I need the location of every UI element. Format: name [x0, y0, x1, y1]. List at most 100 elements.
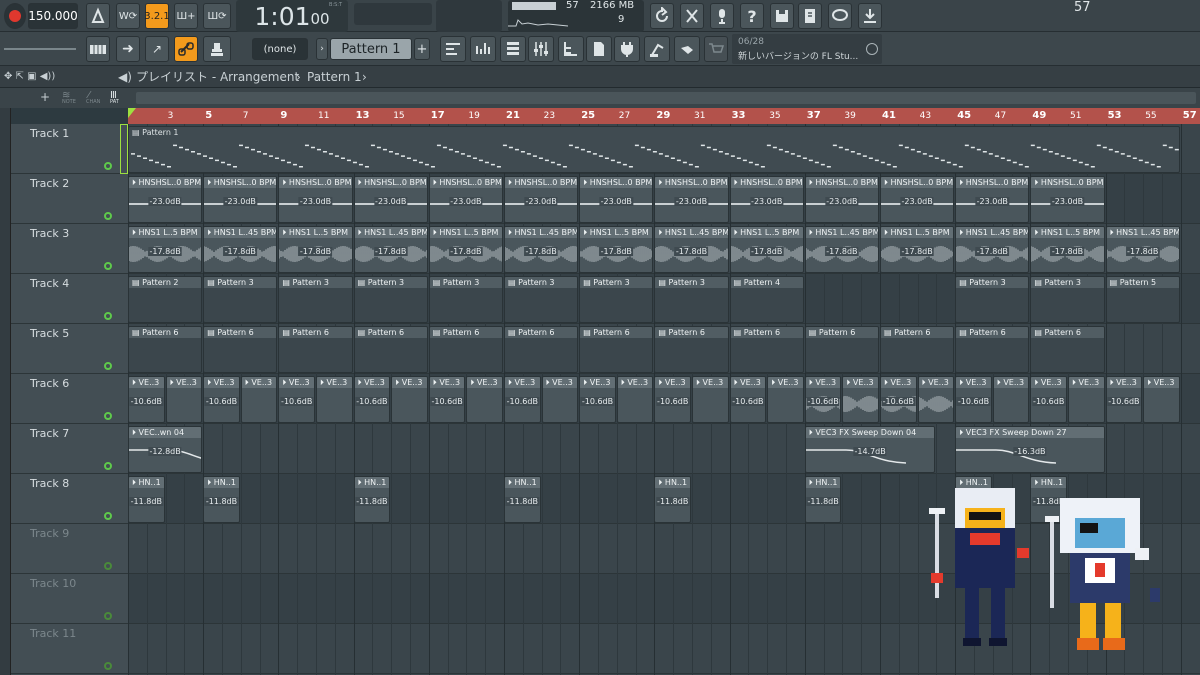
audio-clip[interactable]: ⏵ VE..3 [767, 376, 804, 423]
track-header[interactable]: Track 10 [11, 574, 128, 624]
audio-clip[interactable]: ⏵ VE..3 [466, 376, 503, 423]
chat-button[interactable] [828, 3, 852, 29]
audio-clip[interactable]: ⏵ HNS1 L..45 BPM -17.8dB [203, 226, 278, 273]
browser-button[interactable] [558, 36, 584, 62]
audio-clip[interactable]: ⏵ VE..3 -10.6dB [1105, 376, 1143, 423]
pattern-clip[interactable]: ▤ Pattern 3 [654, 276, 729, 323]
audio-clip[interactable]: ⏵ HNSHSL..0 BPM -23.0dB [729, 176, 804, 223]
audio-clip[interactable]: ⏵ HNS1 L..5 BPM -17.8dB [579, 226, 654, 273]
pattern-clip[interactable]: ▤ Pattern 6 [804, 326, 879, 373]
pattern-clip[interactable]: ▤ Pattern 2 [128, 276, 203, 323]
pattern-clip[interactable]: ▤ Pattern 3 [203, 276, 278, 323]
track-header[interactable]: Track 1 [11, 124, 128, 174]
track-enable-icon[interactable] [104, 262, 112, 270]
track-enable-icon[interactable] [104, 562, 112, 570]
audio-clip[interactable]: ⏵ HNS1 L..45 BPM -17.8dB [1105, 226, 1180, 273]
playlist-button[interactable] [440, 36, 466, 62]
window-menu-icon[interactable]: ✥ ⇱ ▣ ◀)) [4, 66, 55, 88]
plugin-picker-button[interactable] [614, 36, 640, 62]
news-panel[interactable]: 06/28 新しいバージョンの FL Stu... [732, 34, 882, 64]
audio-clip[interactable]: ⏵ HNSHSL..0 BPM -23.0dB [654, 176, 729, 223]
channel-rack-button[interactable] [500, 36, 526, 62]
audio-clip[interactable]: ⏵ VE..3 -10.6dB [428, 376, 466, 423]
track-enable-icon[interactable] [104, 312, 112, 320]
track-header[interactable]: Track 2 [11, 174, 128, 224]
audio-clip[interactable]: ⏵ HNS1 L..5 BPM -17.8dB [128, 226, 203, 273]
time-display[interactable]: 1:01 00 B:S:T [236, 0, 348, 32]
audio-clip[interactable]: ⏵ HNSHSL..0 BPM -23.0dB [504, 176, 579, 223]
piano-roll-button[interactable] [470, 36, 496, 62]
audio-clip[interactable]: ⏵ VE..3 [842, 376, 879, 423]
audio-clip[interactable]: ⏵ HNS1 L..5 BPM -17.8dB [278, 226, 353, 273]
audio-clip[interactable]: ⏵ HNSHSL..0 BPM -23.0dB [804, 176, 879, 223]
track-name[interactable]: Track 4 [30, 277, 69, 290]
render-button[interactable] [798, 3, 822, 29]
audio-clip[interactable]: ⏵ VEC..wn 04 -12.8dB [128, 426, 203, 473]
pattern-clip[interactable]: ▤ Pattern 6 [504, 326, 579, 373]
typing-keyboard-button[interactable] [86, 36, 110, 62]
pattern-clip[interactable]: ▤ Pattern 5 [1105, 276, 1180, 323]
tools-button[interactable] [680, 3, 704, 29]
track-name[interactable]: Track 9 [30, 527, 69, 540]
add-track-button[interactable]: + [40, 90, 50, 104]
pattern-clip[interactable]: ▤ Pattern 3 [504, 276, 579, 323]
pattern-clip[interactable]: ▤ Pattern 6 [428, 326, 503, 373]
audio-clip[interactable]: ⏵ VE..3 [240, 376, 278, 423]
pattern-clip[interactable]: ▤ Pattern 6 [128, 326, 203, 373]
audio-clip[interactable]: ⏵ VE..3 [541, 376, 579, 423]
track-name[interactable]: Track 11 [30, 627, 76, 640]
blend-notes-button[interactable]: Ш+ [174, 3, 198, 29]
track-header[interactable]: Track 5 [11, 324, 128, 374]
help-button[interactable]: ? [740, 3, 764, 29]
track-enable-icon[interactable] [104, 162, 112, 170]
track-enable-icon[interactable] [104, 512, 112, 520]
filter-note[interactable]: NOTE [62, 99, 76, 105]
audio-clip[interactable]: ⏵ VE..3 [391, 376, 428, 423]
slide-button[interactable]: ↗ [145, 36, 169, 62]
audio-clip[interactable]: ⏵ HNSHSL..0 BPM -23.0dB [128, 176, 203, 223]
track-name[interactable]: Track 3 [30, 227, 69, 240]
audio-clip[interactable]: ⏵ HNSHSL..0 BPM -23.0dB [203, 176, 278, 223]
audio-clip[interactable]: ⏵ HNSHSL..0 BPM -23.0dB [880, 176, 955, 223]
audio-clip[interactable]: ⏵ VE..3 -10.6dB [1030, 376, 1067, 423]
pattern-clip[interactable]: ▤ Pattern 6 [880, 326, 955, 373]
filter-pat[interactable]: PAT [110, 99, 119, 105]
audio-clip[interactable]: ⏵ HNS1 L..45 BPM -17.8dB [504, 226, 579, 273]
undo-button[interactable] [650, 3, 674, 29]
pattern-clip[interactable]: ▤ Pattern 3 [278, 276, 353, 323]
download-button[interactable] [858, 3, 882, 29]
pattern-clip[interactable]: ▤ Pattern 4 [729, 276, 804, 323]
audio-clip[interactable]: ⏵ VE..3 [692, 376, 729, 423]
track-name[interactable]: Track 8 [30, 477, 69, 490]
timeline-ruler[interactable]: 3 5 7 9 11 13 15 17 19 21 23 25 27 29 31 33 35 37 39 41 43 45… [128, 108, 1200, 124]
audio-clip[interactable]: ⏵ VE..3 [992, 376, 1030, 423]
track-enable-icon[interactable] [104, 412, 112, 420]
audio-clip[interactable]: ⏵ HNS1 L..45 BPM -17.8dB [353, 226, 428, 273]
audio-clip[interactable]: ⏵ HNS1 L..45 BPM -17.8dB [955, 226, 1030, 273]
loop-record-button[interactable]: Ш⟳ [203, 3, 231, 29]
audio-clip[interactable]: ⏵ VE..3 [1143, 376, 1180, 423]
audio-clip[interactable]: ⏵ VE..3 [1068, 376, 1105, 423]
project-picker-button[interactable] [586, 36, 612, 62]
audio-clip[interactable]: ⏵ HNSHSL..0 BPM -23.0dB [955, 176, 1030, 223]
audio-clip[interactable]: ⏵ VE..3 -10.6dB [880, 376, 917, 423]
audio-clip[interactable]: ⏵ VE..3 [917, 376, 955, 423]
track-header[interactable]: Track 6 [11, 374, 128, 424]
audio-clip[interactable]: ⏵ HN..1 -11.8dB [203, 476, 240, 523]
audio-clip[interactable]: ⏵ HN..1 -11.8dB [654, 476, 691, 523]
master-volume-slider[interactable] [4, 48, 76, 50]
breadcrumb-pattern[interactable]: Pattern 1 [307, 66, 362, 88]
track-enable-icon[interactable] [104, 462, 112, 470]
audio-clip[interactable]: ⏵ HNSHSL..0 BPM -23.0dB [1030, 176, 1105, 223]
wrapper-button[interactable] [674, 36, 700, 62]
track-header[interactable]: Track 9 [11, 524, 128, 574]
pattern-clip[interactable]: ▤ Pattern 6 [579, 326, 654, 373]
audio-clip[interactable]: ⏵ HNS1 L..5 BPM -17.8dB [729, 226, 804, 273]
audio-clip[interactable]: ⏵ HNS1 L..45 BPM -17.8dB [804, 226, 879, 273]
pattern-clip[interactable]: ▤ Pattern 3 [579, 276, 654, 323]
mixer-button[interactable] [528, 36, 554, 62]
audio-clip[interactable]: ⏵ VE..3 -10.6dB [654, 376, 691, 423]
audio-clip[interactable]: ⏵ VE..3 -10.6dB [203, 376, 240, 423]
stamp-button[interactable] [203, 36, 231, 62]
track-enable-icon[interactable] [104, 362, 112, 370]
